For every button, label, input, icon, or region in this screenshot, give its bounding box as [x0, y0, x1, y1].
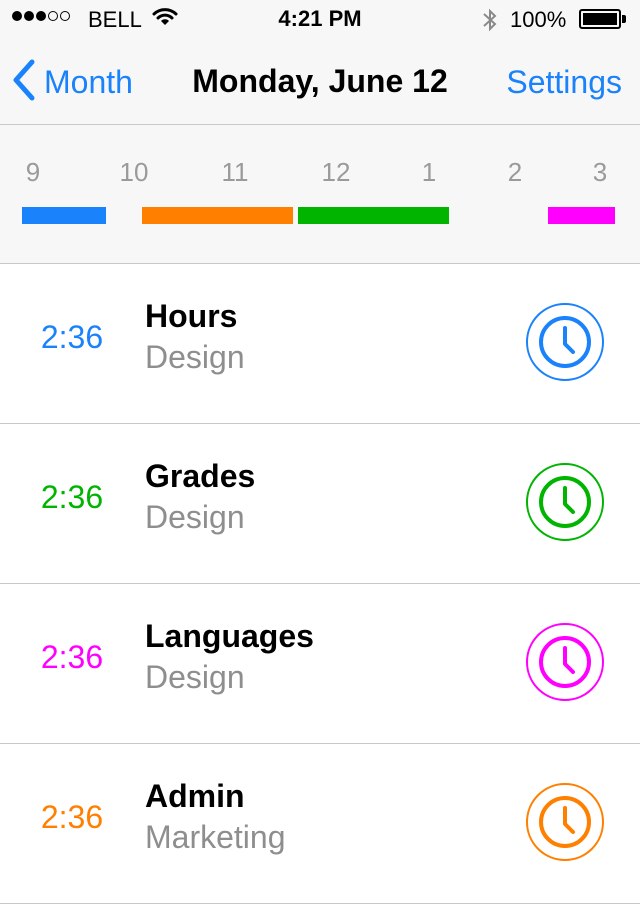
list-item[interactable]: 2:36 Languages Design: [0, 584, 640, 744]
navigation-bar: Month Monday, June 12 Settings: [0, 40, 640, 125]
hour-label: 9: [25, 157, 41, 187]
entry-subtitle: Design: [145, 339, 245, 375]
entry-title: Grades: [145, 458, 256, 494]
entry-title: Languages: [145, 618, 314, 654]
battery-icon: [579, 9, 621, 29]
back-button[interactable]: Month: [12, 59, 133, 106]
day-timeline: 9 10 11 12 1 2 3: [0, 125, 640, 264]
entry-duration: 2:36: [40, 479, 104, 515]
entry-subtitle: Design: [145, 499, 245, 535]
hour-label: 10: [119, 157, 149, 187]
entry-duration: 2:36: [40, 799, 104, 835]
entry-duration: 2:36: [40, 639, 104, 675]
list-item[interactable]: 2:36 Admin Marketing: [0, 744, 640, 904]
time-block[interactable]: [298, 207, 449, 224]
hour-label: 11: [221, 157, 249, 187]
status-bar: BELL 4:21 PM 100%: [0, 0, 640, 40]
clock-icon[interactable]: [525, 782, 605, 862]
entry-subtitle: Marketing: [145, 819, 286, 855]
time-block[interactable]: [22, 207, 106, 224]
chevron-left-icon: [12, 59, 36, 106]
entry-duration: 2:36: [40, 319, 104, 355]
bluetooth-icon: [480, 6, 500, 39]
hour-label: 1: [421, 157, 437, 187]
hour-label: 3: [592, 157, 608, 187]
clock-icon[interactable]: [525, 622, 605, 702]
entry-subtitle: Design: [145, 659, 245, 695]
list-item[interactable]: 2:36 Hours Design: [0, 264, 640, 424]
list-item[interactable]: 2:36 Grades Design: [0, 424, 640, 584]
entry-title: Hours: [145, 298, 238, 334]
battery-percentage: 100%: [510, 7, 567, 32]
time-block[interactable]: [548, 207, 615, 224]
time-block[interactable]: [142, 207, 293, 224]
clock-icon[interactable]: [525, 462, 605, 542]
settings-button[interactable]: Settings: [506, 64, 622, 101]
battery-tip: [622, 15, 626, 23]
hour-label: 2: [507, 157, 523, 187]
back-button-label: Month: [44, 63, 133, 100]
clock-icon[interactable]: [525, 302, 605, 382]
hour-label: 12: [321, 157, 351, 187]
entry-title: Admin: [145, 778, 245, 814]
